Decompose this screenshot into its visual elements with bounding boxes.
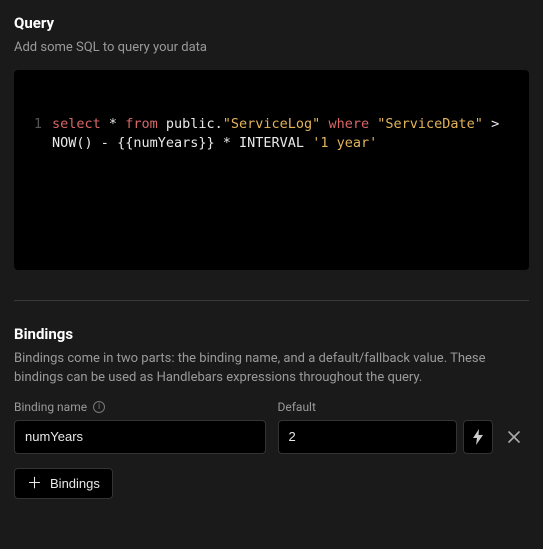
- lightning-icon: [472, 429, 484, 445]
- bindings-desc: Bindings come in two parts: the binding …: [14, 349, 529, 388]
- query-section: Query Add some SQL to query your data 1 …: [14, 14, 529, 270]
- token-from: from: [125, 116, 158, 132]
- token-now: NOW(): [52, 135, 93, 151]
- binding-default-label: Default: [278, 400, 530, 414]
- binding-default-label-text: Default: [278, 400, 316, 414]
- token-star: *: [109, 116, 117, 132]
- token-servicelog: "ServiceLog": [223, 116, 321, 132]
- bindings-section: Bindings Bindings come in two parts: the…: [14, 325, 529, 499]
- plus-icon: ＋: [27, 476, 42, 491]
- binding-default-input[interactable]: [278, 420, 458, 454]
- binding-name-label-text: Binding name: [14, 400, 87, 414]
- token-dot: .: [215, 116, 223, 132]
- token-star2: *: [223, 135, 231, 151]
- token-binding: {{numYears}}: [117, 135, 215, 151]
- token-one-year: '1 year': [312, 135, 377, 151]
- binding-name-label: Binding name i: [14, 400, 266, 414]
- query-desc: Add some SQL to query your data: [14, 38, 529, 58]
- binding-row: Binding name i Default: [14, 400, 529, 454]
- token-interval: INTERVAL: [239, 135, 304, 151]
- code-line: 1 select * from public."ServiceLog" wher…: [24, 115, 519, 153]
- close-icon: [508, 431, 520, 443]
- token-select: select: [52, 116, 101, 132]
- line-number: 1: [24, 115, 42, 153]
- token-public: public: [166, 116, 215, 132]
- binding-name-input[interactable]: [14, 420, 266, 454]
- add-binding-label: Bindings: [50, 476, 100, 491]
- token-gt: >: [491, 116, 499, 132]
- binding-default-col: Default: [278, 400, 530, 454]
- sql-editor[interactable]: 1 select * from public."ServiceLog" wher…: [14, 70, 529, 270]
- info-icon[interactable]: i: [93, 401, 105, 413]
- token-servicedate: "ServiceDate": [377, 116, 483, 132]
- token-minus: -: [101, 135, 109, 151]
- query-title: Query: [14, 14, 529, 32]
- bindings-title: Bindings: [14, 325, 529, 343]
- code-content: select * from public."ServiceLog" where …: [52, 115, 519, 153]
- binding-default-wrap: [278, 420, 530, 454]
- binding-name-col: Binding name i: [14, 400, 266, 454]
- add-binding-button[interactable]: ＋ Bindings: [14, 468, 113, 499]
- remove-binding-button[interactable]: [499, 420, 529, 454]
- token-where: where: [328, 116, 369, 132]
- divider: [14, 300, 529, 301]
- lightning-button[interactable]: [463, 420, 493, 454]
